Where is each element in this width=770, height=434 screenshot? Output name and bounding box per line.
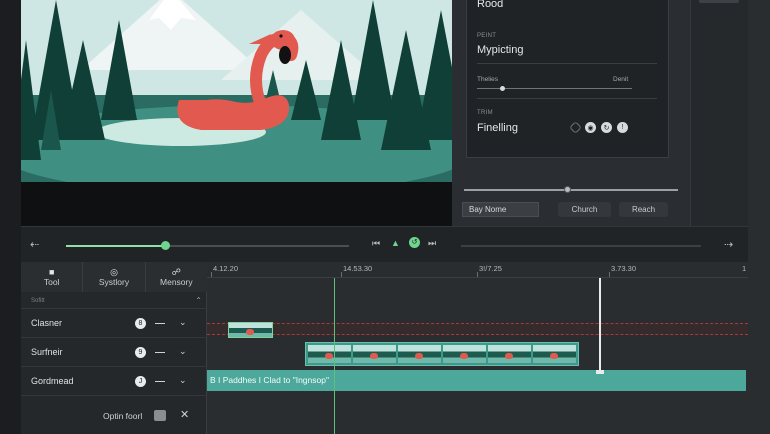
record-icon[interactable]: ◉ (585, 122, 596, 133)
trim-section-label: TRIM (477, 110, 493, 116)
clip-thumbnail (488, 345, 531, 363)
tab-label: Tool (43, 277, 60, 287)
chevron-up-icon[interactable]: ⌃ (195, 296, 202, 305)
paint-section-label: PEINT (477, 33, 497, 39)
video-preview[interactable] (21, 0, 452, 226)
option-label: Optin foorl (103, 411, 143, 421)
option-checkbox[interactable] (154, 410, 166, 421)
ruler-tick (211, 272, 212, 277)
transport-bar: ⇠ ⏮ ▲ ↺ ⏭ ⇢ (21, 226, 748, 262)
scrubber-handle[interactable] (160, 241, 170, 250)
tab-systlory[interactable]: ◎ Systlory (83, 262, 146, 292)
track-group-header[interactable]: Sofitt ⌃ (21, 295, 207, 309)
right-gutter (748, 0, 770, 434)
paint-section-value[interactable]: Mypicting (477, 44, 523, 56)
clip-thumbnail (398, 345, 441, 363)
trim-section-value[interactable]: Finelling (477, 122, 518, 134)
track-name: Gordmead (31, 376, 74, 386)
play-triangle-icon[interactable]: ▲ (391, 238, 400, 248)
clip-thumbnail (353, 345, 396, 363)
info-icon[interactable]: ! (617, 122, 628, 133)
range-slider-handle[interactable] (500, 86, 506, 91)
secondary-scrubber[interactable] (461, 245, 701, 247)
scrubber-progress (66, 245, 166, 247)
ruler-timecode: 14.53.30 (343, 264, 373, 273)
reach-button[interactable]: Reach (619, 202, 668, 217)
caption-clip[interactable]: B I Paddhes I Clad to "Ingnsop" (207, 370, 746, 391)
clip-thumbnail (308, 345, 351, 363)
inspector-side-column (690, 0, 748, 226)
chevron-down-icon[interactable]: ⌄ (179, 317, 187, 328)
range-left-label: Thelies (477, 76, 498, 83)
chevron-down-icon[interactable]: ⌄ (179, 346, 187, 357)
inspector-slider-handle[interactable] (564, 186, 571, 193)
ruler-timecode: 3!/7.25 (479, 264, 502, 273)
minus-icon[interactable] (155, 352, 165, 353)
share-back-icon[interactable]: ⇠ (30, 238, 39, 251)
track-name: Clasner (31, 318, 63, 328)
ruler-tick (477, 272, 478, 277)
ruler-timecode: 4.12.20 (213, 264, 239, 273)
preview-frame-illustration (21, 0, 452, 226)
mode-icon-group: ◉ ↻ ! (569, 121, 628, 134)
tracks-panel: ■ Tool ◎ Systlory ☍ Mensory Sofitt ⌃ Cla… (21, 262, 207, 434)
video-clip-small[interactable] (228, 322, 273, 338)
divider (477, 98, 657, 99)
tool-tab-bar: ■ Tool ◎ Systlory ☍ Mensory (21, 262, 207, 292)
track-badge[interactable]: J (135, 376, 146, 387)
tab-tool[interactable]: ■ Tool (21, 262, 84, 292)
loop-icon[interactable]: ↺ (409, 237, 420, 248)
track-badge[interactable]: 9 (135, 347, 146, 358)
clip-thumbnail (533, 345, 576, 363)
timeline[interactable]: 4.12.20 14.53.30 3!/7.25 3.73.30 1 B I P… (207, 262, 748, 434)
minus-icon[interactable] (155, 323, 165, 324)
close-icon[interactable]: ✕ (180, 408, 189, 421)
ruler-tick (609, 272, 610, 277)
side-tab-handle[interactable] (699, 0, 739, 3)
track-badge[interactable]: 8 (135, 318, 146, 329)
refresh-icon[interactable]: ↻ (601, 122, 612, 133)
clip-thumbnail (443, 345, 486, 363)
inspector-card: Rood PEINT Mypicting Thelies Denit TRIM … (466, 0, 669, 158)
track-row[interactable]: Clasner 8 ⌄ (21, 310, 207, 338)
option-row: Optin foorl ✕ (21, 402, 207, 430)
skip-back-icon[interactable]: ⏮ (372, 238, 380, 249)
church-button[interactable]: Church (558, 202, 611, 217)
left-gutter (0, 0, 21, 434)
ruler-timecode: 3.73.30 (611, 264, 637, 273)
divider (477, 63, 657, 64)
inspector-panel: Rood PEINT Mypicting Thelies Denit TRIM … (452, 0, 748, 226)
playhead-marker[interactable] (334, 278, 335, 434)
audio-waveform-track[interactable] (207, 323, 748, 335)
timeline-ruler[interactable]: 4.12.20 14.53.30 3!/7.25 3.73.30 1 (207, 262, 748, 278)
inspector-title: Rood (477, 0, 504, 10)
track-name: Surfneir (31, 347, 63, 357)
name-input[interactable]: Bay Nome (462, 202, 539, 217)
tab-mensory[interactable]: ☍ Mensory (145, 262, 207, 292)
in-out-marker[interactable] (596, 278, 604, 374)
inspector-slider-track[interactable] (464, 189, 678, 191)
chevron-down-icon[interactable]: ⌄ (179, 375, 187, 386)
toolbox-icon: ■ (48, 267, 55, 277)
tab-label: Systlory (98, 277, 130, 287)
share-forward-icon[interactable]: ⇢ (724, 238, 733, 251)
ruler-timecode: 1 (742, 264, 747, 273)
minus-icon[interactable] (155, 381, 165, 382)
track-row[interactable]: Surfneir 9 ⌄ (21, 339, 207, 367)
ruler-tick (341, 272, 342, 277)
range-right-label: Denit (613, 76, 629, 83)
video-clip-filmstrip[interactable] (305, 342, 579, 366)
hexagon-icon[interactable] (569, 121, 582, 134)
track-group-label: Sofitt (31, 298, 45, 304)
video-editor-window: Rood PEINT Mypicting Thelies Denit TRIM … (0, 0, 770, 434)
track-row[interactable]: Gordmead J ⌄ (21, 368, 207, 396)
skip-forward-icon[interactable]: ⏭ (428, 238, 436, 249)
tab-label: Mensory (160, 277, 193, 287)
waveform-icon: ☍ (171, 267, 181, 277)
circle-icon: ◎ (110, 267, 118, 277)
